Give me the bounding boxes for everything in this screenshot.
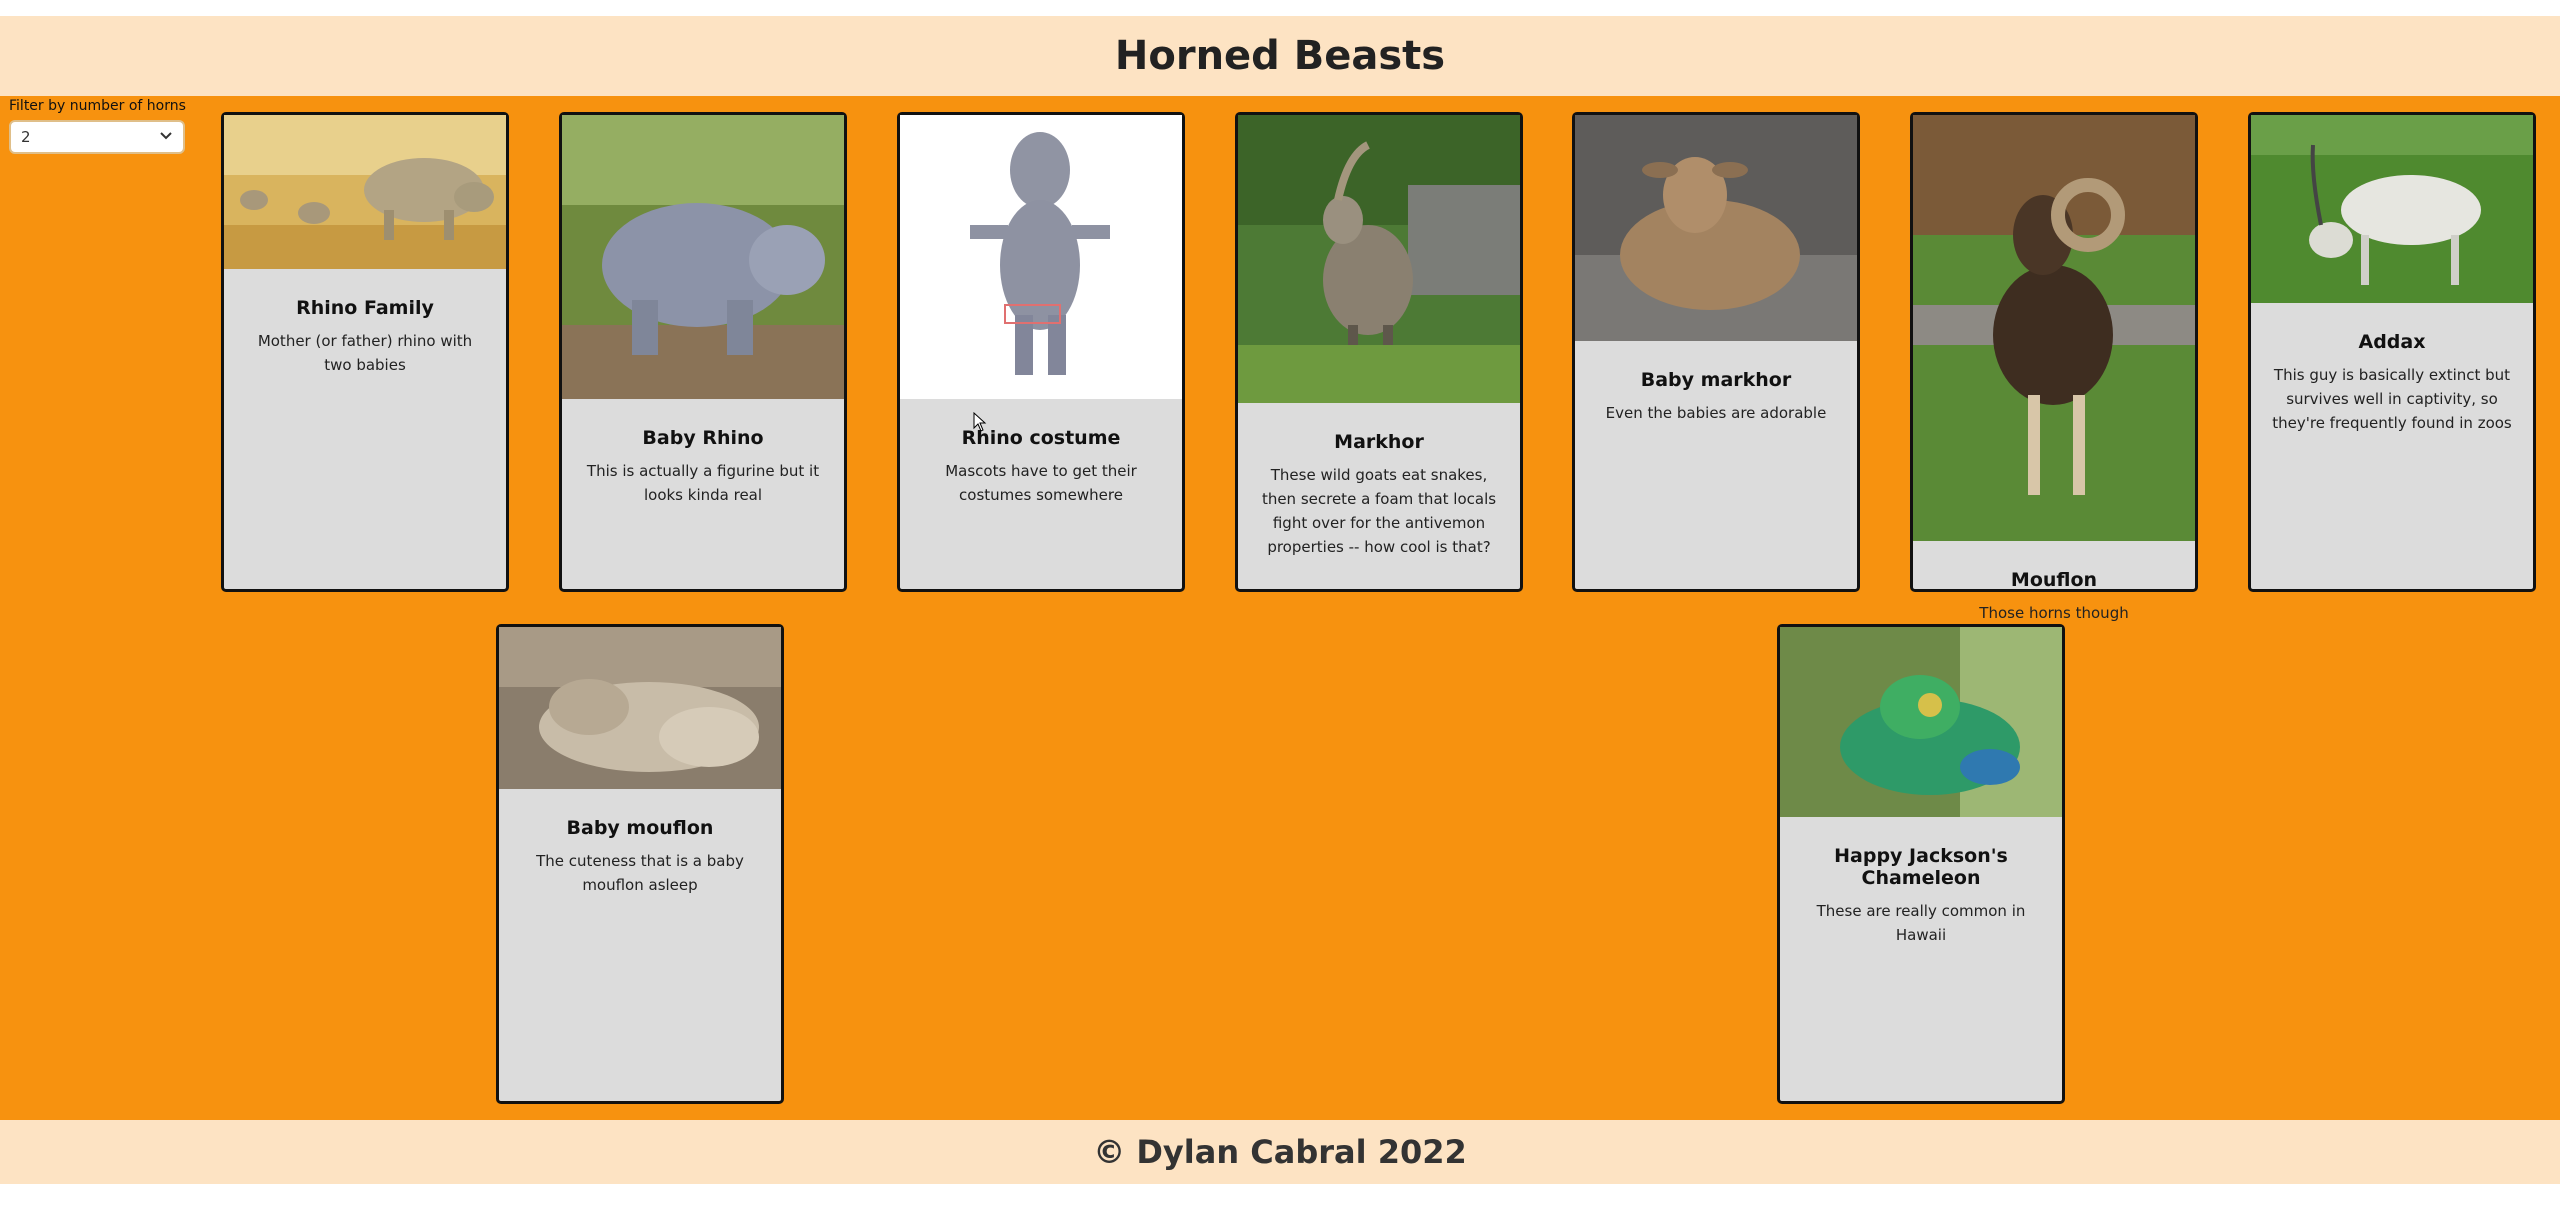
card-title: Baby markhor — [1640, 369, 1792, 391]
card-title: Addax — [2358, 331, 2426, 353]
beast-card[interactable]: Rhino costume Mascots have to get their … — [897, 112, 1185, 592]
card-title: Mouflon — [2010, 569, 2098, 591]
card-description: These wild goats eat snakes, then secret… — [1261, 466, 1497, 556]
card-title: Markhor — [1334, 431, 1424, 453]
horn-filter: Filter by number of horns 2 — [9, 98, 186, 154]
card-description: Mother (or father) rhino with two babies — [257, 332, 473, 374]
card-description: These are really common in Hawaii — [1816, 902, 2026, 944]
card-title: Rhino Family — [296, 297, 434, 319]
chevron-down-icon — [159, 129, 173, 145]
baby-markhor-image[interactable] — [1575, 115, 1857, 341]
page-footer: © Dylan Cabral 2022 — [0, 1120, 2560, 1184]
beast-card[interactable]: Mouflon Those horns though — [1910, 112, 2198, 622]
filter-label: Filter by number of horns — [9, 98, 186, 114]
card-description: Mascots have to get their costumes somew… — [945, 462, 1137, 504]
card-description: The cuteness that is a baby mouflon asle… — [536, 852, 744, 894]
card-description: Those horns though — [1979, 604, 2129, 622]
card-title: Happy Jackson's Chameleon — [1834, 845, 2008, 889]
beast-card[interactable]: Markhor These wild goats eat snakes, the… — [1235, 112, 1523, 592]
page-title: Horned Beasts — [1114, 33, 1446, 79]
card-description: Even the babies are adorable — [1605, 404, 1827, 422]
horn-count-select[interactable]: 2 — [9, 120, 185, 154]
card-description: This is actually a figurine but it looks… — [586, 462, 820, 504]
baby-mouflon-image[interactable] — [499, 627, 781, 789]
markhor-image[interactable] — [1238, 115, 1520, 403]
copyright-text: © Dylan Cabral 2022 — [1093, 1133, 1467, 1171]
rhino-costume-image[interactable] — [900, 115, 1182, 399]
card-description: This guy is basically extinct but surviv… — [2272, 366, 2512, 432]
card-title: Baby mouflon — [566, 817, 714, 839]
mouflon-image[interactable] — [1913, 115, 2195, 541]
addax-image[interactable] — [2251, 115, 2533, 303]
page-header: Horned Beasts — [0, 16, 2560, 96]
card-title: Rhino costume — [961, 427, 1121, 449]
beast-card[interactable]: Happy Jackson's Chameleon These are real… — [1777, 624, 2065, 1104]
beast-card[interactable]: Baby markhor Even the babies are adorabl… — [1572, 112, 1860, 592]
chameleon-image[interactable] — [1780, 627, 2062, 817]
bottom-strip — [0, 1184, 2560, 1232]
selected-value: 2 — [21, 128, 31, 146]
beast-card[interactable]: Baby Rhino This is actually a figurine b… — [559, 112, 847, 592]
baby-rhino-image[interactable] — [562, 115, 844, 399]
card-title: Baby Rhino — [642, 427, 764, 449]
rhino-family-image[interactable] — [224, 115, 506, 269]
top-strip — [0, 0, 2560, 16]
mouse-cursor-icon — [973, 411, 987, 436]
beast-card[interactable]: Addax This guy is basically extinct but … — [2248, 112, 2536, 592]
beast-card[interactable]: Baby mouflon The cuteness that is a baby… — [496, 624, 784, 1104]
beast-card[interactable]: Rhino Family Mother (or father) rhino wi… — [221, 112, 509, 592]
